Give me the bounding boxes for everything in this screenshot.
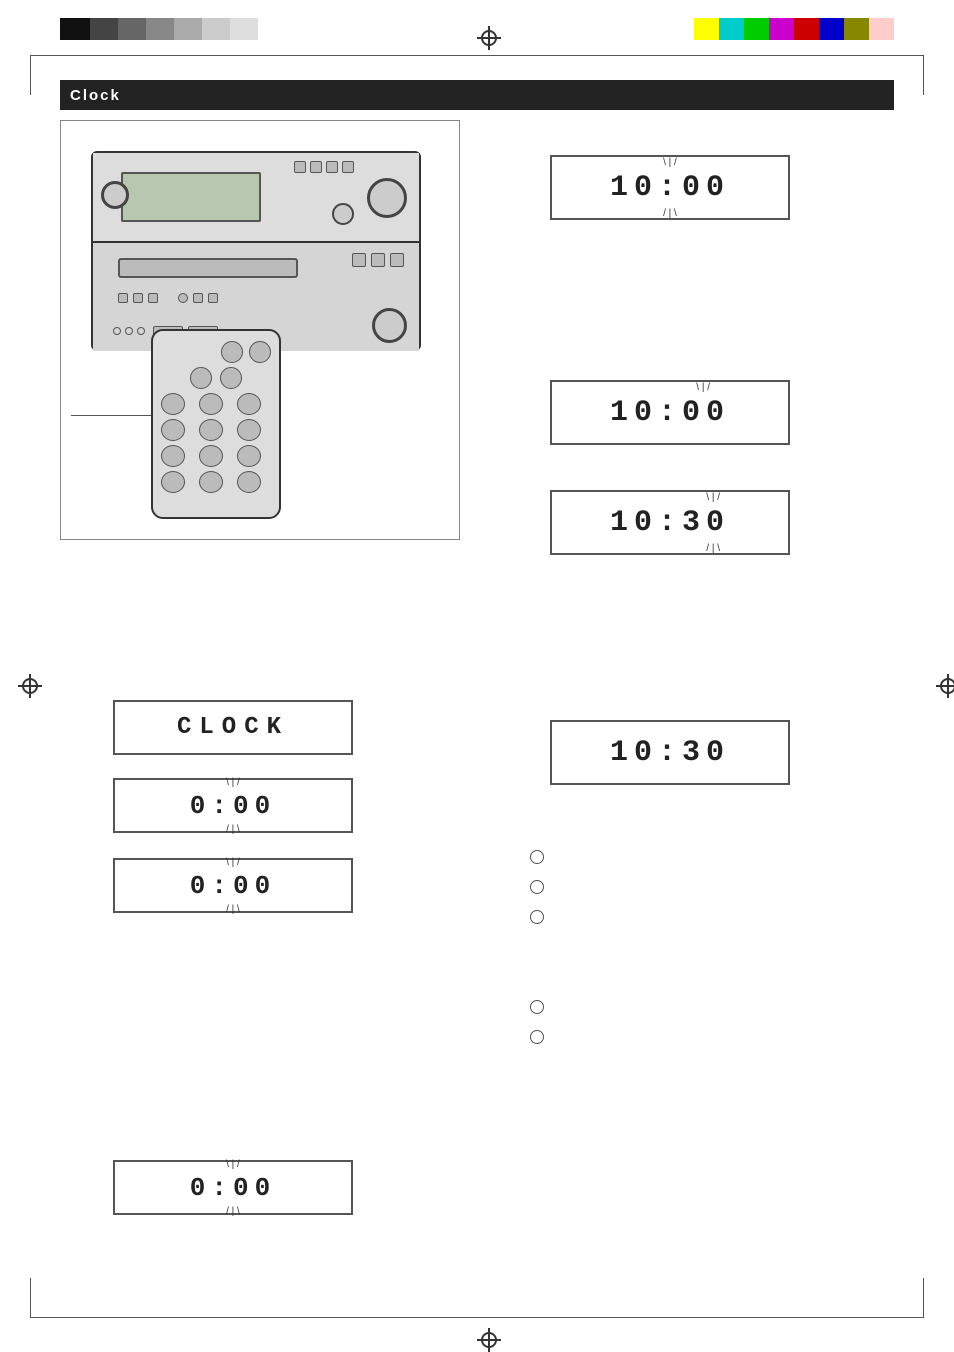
stereo-b-btn-1 xyxy=(352,253,366,267)
remote-grid-btn-3 xyxy=(237,393,261,415)
step-circle-2 xyxy=(530,880,544,894)
cursor-bottom-2: / | \ xyxy=(226,904,240,915)
s-dot-3 xyxy=(137,327,145,335)
cursor-bottom-5: / | \ xyxy=(706,543,720,554)
stereo-btn-3 xyxy=(326,161,338,173)
remote-grid-btn-10 xyxy=(161,471,185,493)
remote-mid-btn-2 xyxy=(220,367,242,389)
remote-unit xyxy=(151,329,281,519)
remote-mid-buttons xyxy=(161,367,271,389)
lcd-display-2: \ | / 0:00 / | \ xyxy=(113,858,353,913)
lcd-display-1-inner: \ | / 0:00 / | \ xyxy=(190,791,276,821)
stereo-bottom-leds xyxy=(118,293,218,303)
remote-grid-btn-6 xyxy=(237,419,261,441)
border-left-bottom xyxy=(30,1278,31,1318)
stereo-b-btn-2 xyxy=(371,253,385,267)
step-circle-4 xyxy=(530,1000,544,1014)
color-bar-left xyxy=(60,18,260,40)
lcd-text-3: 10:00 xyxy=(610,171,730,205)
stereo-top-panel xyxy=(93,153,419,243)
cursor-top-3: \ | / xyxy=(663,157,677,168)
lcd-display-4: \ | / 10:00 xyxy=(550,380,790,445)
remote-grid-btn-9 xyxy=(237,445,261,467)
cursor-bottom-7: / | \ xyxy=(226,1206,240,1217)
border-bottom xyxy=(30,1317,924,1318)
remote-grid-btn-5 xyxy=(199,419,223,441)
lcd-display-5: \ | / 10:30 / | \ xyxy=(550,490,790,555)
remote-grid-btn-12 xyxy=(237,471,261,493)
lcd-text-2: 0:00 xyxy=(190,871,276,901)
remote-grid-btn-4 xyxy=(161,419,185,441)
remote-grid-btn-11 xyxy=(199,471,223,493)
stereo-btn-1 xyxy=(294,161,306,173)
border-left-top xyxy=(30,55,31,95)
stereo-small-knob xyxy=(332,203,354,225)
border-right-top xyxy=(923,55,924,95)
lcd-display-7: \ | / 0:00 / | \ xyxy=(113,1160,353,1215)
remote-grid-btn-7 xyxy=(161,445,185,467)
stereo-left-knob xyxy=(101,181,129,209)
step-circle-1 xyxy=(530,850,544,864)
lcd-display-3: \ | / 10:00 / | \ xyxy=(550,155,790,220)
stereo-display xyxy=(121,172,261,222)
led-3 xyxy=(148,293,158,303)
title-bar: Clock xyxy=(60,80,894,110)
cursor-top-5: \ | / xyxy=(706,492,720,503)
border-right-bottom xyxy=(923,1278,924,1318)
remote-grid-btn-1 xyxy=(161,393,185,415)
lcd-text-5: 10:30 xyxy=(610,506,730,540)
title-text: Clock xyxy=(70,87,121,104)
remote-grid-btn-2 xyxy=(199,393,223,415)
remote-top-btn-1 xyxy=(221,341,243,363)
lcd-text-1: 0:00 xyxy=(190,791,276,821)
stereo-btn-2 xyxy=(310,161,322,173)
led-6 xyxy=(208,293,218,303)
stereo-right-knob xyxy=(367,178,407,218)
color-bar-right xyxy=(694,18,894,40)
lcd-display-4-inner: \ | / 10:00 xyxy=(610,396,730,430)
stereo-btn-4 xyxy=(342,161,354,173)
led-2 xyxy=(133,293,143,303)
cursor-top-4: \ | / xyxy=(696,382,710,393)
remote-top-buttons xyxy=(161,341,271,363)
remote-grid-btn-8 xyxy=(199,445,223,467)
step-circle-5 xyxy=(530,1030,544,1044)
cursor-top-1: \ | / xyxy=(226,777,240,788)
stereo-cd-slot xyxy=(118,258,298,278)
lcd-display-6: 10:30 xyxy=(550,720,790,785)
cursor-bottom-3: / | \ xyxy=(663,208,677,219)
lcd-display-7-inner: \ | / 0:00 / | \ xyxy=(190,1173,276,1203)
cursor-bottom-1: / | \ xyxy=(226,824,240,835)
stereo-unit xyxy=(91,151,421,351)
lcd-text-7: 0:00 xyxy=(190,1173,276,1203)
remote-label-line xyxy=(71,415,151,416)
led-5 xyxy=(193,293,203,303)
lcd-clock-label: CLOCK xyxy=(113,700,353,755)
s-dot-2 xyxy=(125,327,133,335)
s-dot-1 xyxy=(113,327,121,335)
stereo-bottom-knob xyxy=(372,308,407,343)
cursor-top-2: \ | / xyxy=(226,857,240,868)
stereo-bottom-buttons xyxy=(352,253,404,267)
led-1 xyxy=(118,293,128,303)
device-area xyxy=(60,120,460,540)
border-top xyxy=(30,55,924,56)
lcd-text-6: 10:30 xyxy=(610,736,730,770)
speaker-dots-left xyxy=(113,327,145,335)
stereo-b-btn-3 xyxy=(390,253,404,267)
lcd-display-5-inner: \ | / 10:30 / | \ xyxy=(610,506,730,540)
led-4 xyxy=(178,293,188,303)
step-circle-3 xyxy=(530,910,544,924)
remote-top-btn-2 xyxy=(249,341,271,363)
lcd-display-3-inner: \ | / 10:00 / | \ xyxy=(610,171,730,205)
lcd-clock-text: CLOCK xyxy=(177,714,289,741)
lcd-text-4: 10:00 xyxy=(610,396,730,430)
lcd-display-2-inner: \ | / 0:00 / | \ xyxy=(190,871,276,901)
remote-mid-btn-1 xyxy=(190,367,212,389)
lcd-display-1: \ | / 0:00 / | \ xyxy=(113,778,353,833)
cursor-top-7: \ | / xyxy=(226,1159,240,1170)
stereo-buttons-row xyxy=(294,161,354,173)
remote-grid-buttons xyxy=(161,393,271,493)
